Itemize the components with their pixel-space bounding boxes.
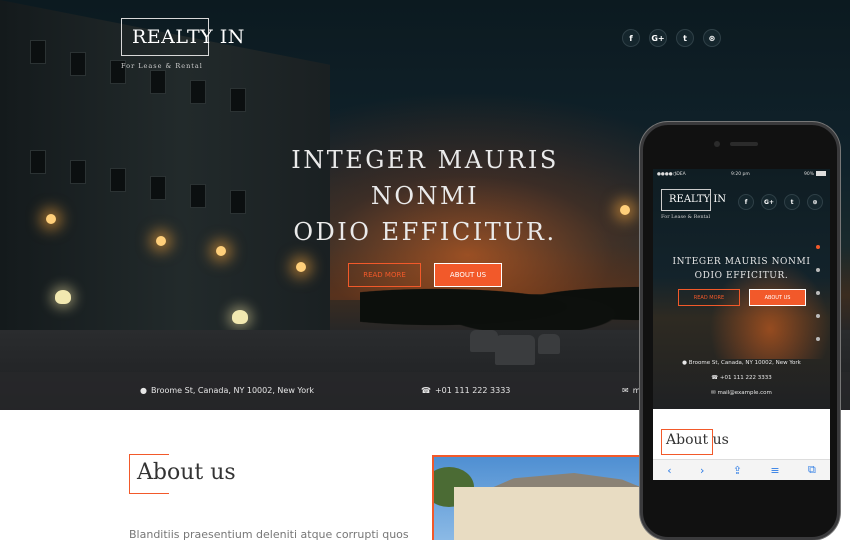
car	[470, 330, 498, 352]
bookmarks-icon[interactable]: ≡	[770, 464, 779, 477]
mobile-logo[interactable]: REALTY IN	[669, 194, 726, 205]
mobile-headline: INTEGER MAURIS NONMI ODIO EFFICITUR.	[653, 255, 830, 283]
slider-dot[interactable]	[816, 268, 820, 272]
phone-camera	[714, 141, 720, 147]
about-text: Blanditiis praesentium deleniti atque co…	[129, 528, 409, 540]
mobile-email: ✉ mail@example.com	[653, 390, 830, 396]
carrier-text: IDEA	[675, 172, 686, 177]
share-icon[interactable]: ⇪	[733, 464, 742, 477]
wall-light	[46, 214, 56, 224]
wall-light	[156, 236, 166, 246]
site-tagline: For Lease & Rental	[121, 62, 203, 70]
car	[495, 335, 535, 365]
window	[30, 40, 46, 64]
contact-address: ● Broome St, Canada, NY 10002, New York	[140, 386, 314, 395]
garden-lamp	[232, 310, 248, 324]
window	[110, 168, 126, 192]
phone-text: +01 111 222 3333	[434, 386, 511, 395]
street-light	[620, 205, 630, 215]
slider-dot[interactable]	[816, 337, 820, 341]
twitter-icon[interactable]: t	[676, 29, 694, 47]
mobile-statusbar: ●●●●○ IDEA 9:20 pm 90%	[653, 169, 830, 179]
facebook-icon[interactable]: f	[622, 29, 640, 47]
mobile-social-links: f G+ t ⊛	[738, 194, 823, 210]
window	[30, 150, 46, 174]
contact-email: ✉ m	[622, 386, 641, 395]
mobile-phone: ☎ +01 111 222 3333	[653, 375, 830, 381]
mobile-email-text[interactable]: mail@example.com	[717, 390, 771, 396]
mobile-read-more-button[interactable]: READ MORE	[678, 289, 740, 306]
window	[190, 80, 206, 104]
phone-screen: ●●●●○ IDEA 9:20 pm 90% REALTY IN For Lea…	[653, 169, 830, 480]
facebook-icon[interactable]: f	[738, 194, 754, 210]
slider-dot[interactable]	[816, 314, 820, 318]
wall-light	[296, 262, 306, 272]
page: REALTY IN For Lease & Rental f G+ t ⊛ IN…	[0, 0, 850, 540]
google-plus-icon[interactable]: G+	[649, 29, 667, 47]
window	[230, 190, 246, 214]
map-pin-icon: ●	[140, 386, 147, 395]
hero-headline-line1: INTEGER MAURIS	[291, 146, 559, 174]
mail-icon: ✉	[622, 386, 629, 395]
read-more-button[interactable]: READ MORE	[348, 263, 421, 287]
mobile-headline-line1: INTEGER MAURIS NONMI	[672, 257, 811, 267]
clock-text: 9:20 pm	[731, 172, 750, 177]
mobile-address: ● Broome St, Canada, NY 10002, New York	[653, 360, 830, 366]
contact-phone: ☎ +01 111 222 3333	[421, 386, 510, 395]
phone-icon: ☎	[711, 375, 720, 381]
slider-dots	[816, 245, 820, 341]
mobile-about-title: About us	[666, 432, 729, 448]
phone-icon: ☎	[421, 386, 431, 395]
window	[190, 184, 206, 208]
google-plus-icon[interactable]: G+	[761, 194, 777, 210]
mobile-phone-text: +01 111 222 3333	[719, 375, 772, 381]
forward-icon[interactable]: ›	[700, 464, 704, 477]
dribbble-icon[interactable]: ⊛	[703, 29, 721, 47]
slider-dot[interactable]	[816, 291, 820, 295]
site-logo[interactable]: REALTY IN	[132, 26, 245, 48]
twitter-icon[interactable]: t	[784, 194, 800, 210]
about-us-button[interactable]: ABOUT US	[434, 263, 502, 287]
window	[150, 176, 166, 200]
browser-toolbar: ‹ › ⇪ ≡ ⧉	[653, 459, 830, 480]
window	[230, 88, 246, 112]
car	[538, 334, 560, 354]
garden-lamp	[55, 290, 71, 304]
house	[454, 487, 664, 540]
mobile-address-text: Broome St, Canada, NY 10002, New York	[688, 360, 801, 366]
tabs-icon[interactable]: ⧉	[808, 463, 816, 477]
hero-headline: INTEGER MAURIS NONMI ODIO EFFICITUR.	[250, 142, 600, 250]
window	[150, 70, 166, 94]
about-title: About us	[137, 460, 236, 485]
window	[70, 52, 86, 76]
phone-speaker	[730, 142, 758, 146]
battery-icon	[816, 171, 826, 176]
social-links: f G+ t ⊛	[622, 29, 721, 47]
mobile-headline-line2: ODIO EFFICITUR.	[694, 271, 789, 281]
back-icon[interactable]: ‹	[667, 464, 671, 477]
signal-icon: ●●●●○	[657, 172, 677, 177]
wall-light	[216, 246, 226, 256]
address-text: Broome St, Canada, NY 10002, New York	[150, 386, 315, 395]
mobile-tagline: For Lease & Rental	[661, 214, 711, 220]
hero-headline-line3: ODIO EFFICITUR.	[293, 218, 557, 246]
dribbble-icon[interactable]: ⊛	[807, 194, 823, 210]
hero-headline-line2: NONMI	[370, 182, 480, 210]
mobile-about-us-button[interactable]: ABOUT US	[749, 289, 806, 306]
slider-dot[interactable]	[816, 245, 820, 249]
battery-text: 90%	[804, 172, 815, 177]
window	[70, 160, 86, 184]
